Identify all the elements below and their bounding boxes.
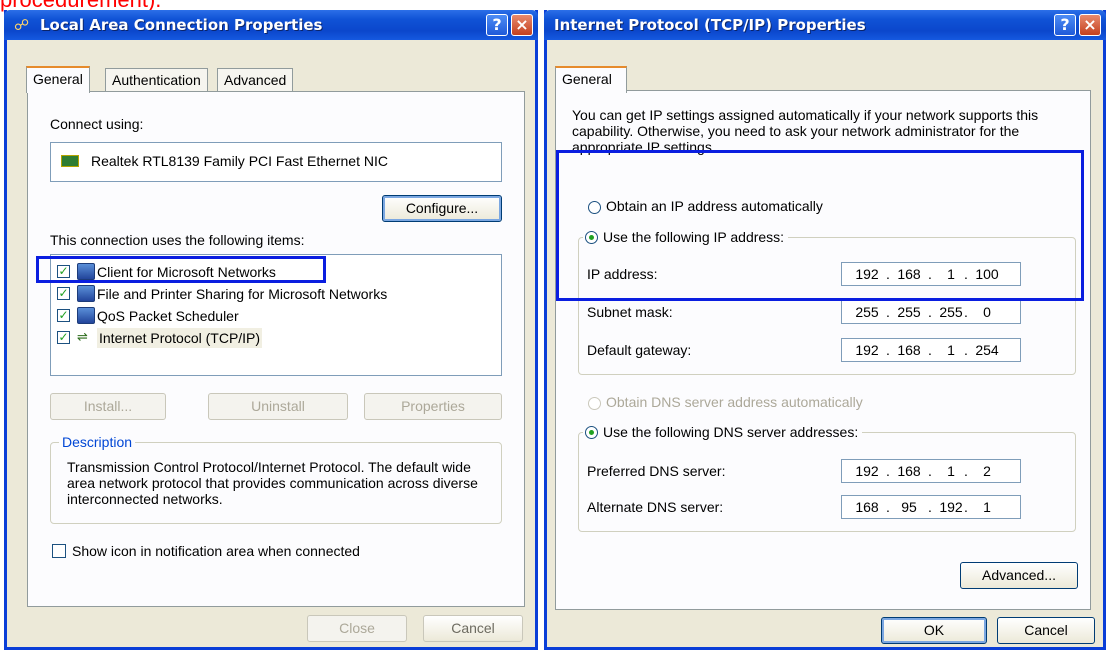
default-gateway-label: Default gateway: (587, 342, 692, 358)
octet: 192 (855, 463, 879, 479)
octet: 192 (855, 342, 879, 358)
show-icon-checkbox[interactable] (52, 544, 66, 558)
adapter-name: Realtek RTL8139 Family PCI Fast Ethernet… (91, 153, 388, 169)
octet: 168 (855, 499, 879, 515)
description-legend: Description (59, 434, 136, 450)
octet: 0 (983, 304, 991, 320)
protocol-icon: ⇌ (77, 330, 88, 345)
network-connection-icon: ☍ (14, 16, 30, 34)
show-icon-label: Show icon in notification area when conn… (72, 543, 360, 559)
qos-scheduler-icon (77, 307, 95, 324)
connect-using-label: Connect using: (50, 116, 144, 132)
highlight-box (556, 150, 1084, 301)
uninstall-button[interactable]: Uninstall (208, 393, 348, 420)
highlight-box (36, 256, 326, 283)
list-item[interactable]: ✓ ⇌ Internet Protocol (TCP/IP) (57, 327, 497, 349)
obtain-dns-label: Obtain DNS server address automatically (606, 394, 863, 410)
local-area-connection-window: ☍ Local Area Connection Properties ? × G… (4, 10, 538, 650)
alternate-dns-field[interactable]: 168. 95. 192. 1 (841, 495, 1021, 519)
dns-group: Use the following DNS server addresses: … (578, 424, 1076, 532)
use-dns-legend: Use the following DNS server addresses: (583, 424, 863, 440)
description-text: Transmission Control Protocol/Internet P… (67, 459, 478, 507)
tab-authentication[interactable]: Authentication (105, 68, 208, 92)
window-title: Local Area Connection Properties (40, 16, 323, 34)
description-group: Description Transmission Control Protoco… (50, 434, 502, 524)
close-button[interactable]: Close (307, 615, 407, 642)
items-label: This connection uses the following items… (50, 232, 305, 248)
close-window-button[interactable]: × (511, 14, 533, 36)
tab-general[interactable]: General (555, 66, 627, 93)
title-bar[interactable]: Internet Protocol (TCP/IP) Properties ? … (544, 10, 1106, 40)
configure-button[interactable]: Configure... (382, 195, 502, 222)
use-dns-label: Use the following DNS server addresses: (603, 424, 859, 440)
item-label: Internet Protocol (TCP/IP) (97, 328, 263, 348)
item-label: QoS Packet Scheduler (97, 308, 239, 324)
subnet-mask-field[interactable]: 255. 255. 255. 0 (841, 300, 1021, 324)
item-checkbox[interactable]: ✓ (57, 331, 70, 344)
list-item[interactable]: ✓ File and Printer Sharing for Microsoft… (57, 283, 497, 305)
octet: 95 (901, 499, 917, 515)
help-button[interactable]: ? (486, 14, 508, 36)
subnet-mask-label: Subnet mask: (587, 304, 673, 320)
advanced-button[interactable]: Advanced... (960, 562, 1078, 589)
preferred-dns-label: Preferred DNS server: (587, 463, 726, 479)
close-window-button[interactable]: × (1079, 14, 1101, 36)
tcpip-properties-window: Internet Protocol (TCP/IP) Properties ? … (544, 10, 1106, 650)
ok-button[interactable]: OK (881, 617, 987, 644)
octet: 1 (983, 499, 991, 515)
item-label: File and Printer Sharing for Microsoft N… (97, 286, 388, 302)
title-bar[interactable]: ☍ Local Area Connection Properties ? × (4, 10, 538, 40)
item-checkbox[interactable]: ✓ (57, 287, 70, 300)
tab-general[interactable]: General (26, 66, 90, 93)
cancel-button[interactable]: Cancel (423, 615, 523, 642)
network-card-icon (61, 155, 79, 167)
octet: 255 (855, 304, 879, 320)
install-button[interactable]: Install... (50, 393, 166, 420)
octet: 2 (983, 463, 991, 479)
default-gateway-field[interactable]: 192. 168. 1. 254 (841, 338, 1021, 362)
list-item[interactable]: ✓ QoS Packet Scheduler (57, 305, 497, 327)
octet: 254 (975, 342, 999, 358)
octet: 255 (897, 304, 921, 320)
file-sharing-icon (77, 285, 95, 302)
tab-advanced[interactable]: Advanced (217, 68, 294, 92)
adapter-box: Realtek RTL8139 Family PCI Fast Ethernet… (50, 142, 502, 182)
preferred-dns-field[interactable]: 192. 168. 1. 2 (841, 459, 1021, 483)
general-tab-page: Connect using: Realtek RTL8139 Family PC… (27, 91, 525, 607)
use-dns-radio[interactable] (585, 426, 598, 439)
item-checkbox[interactable]: ✓ (57, 309, 70, 322)
window-title: Internet Protocol (TCP/IP) Properties (554, 16, 866, 34)
obtain-dns-radio[interactable] (588, 397, 601, 410)
octet: 168 (897, 342, 921, 358)
octet: 168 (897, 463, 921, 479)
alternate-dns-label: Alternate DNS server: (587, 499, 724, 515)
cancel-button[interactable]: Cancel (997, 617, 1095, 644)
help-button[interactable]: ? (1054, 14, 1076, 36)
intro-text: You can get IP settings assigned automat… (572, 107, 1039, 155)
properties-button[interactable]: Properties (364, 393, 502, 420)
